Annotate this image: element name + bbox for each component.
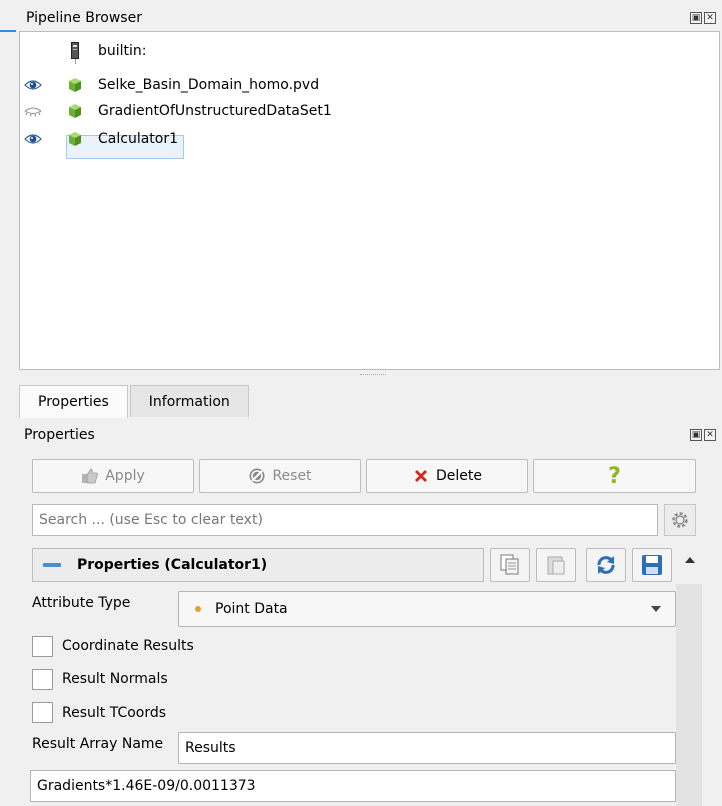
coordinate-results-label: Coordinate Results [62, 638, 194, 654]
result-normals-checkbox[interactable] [32, 669, 53, 690]
pipeline-item-selke-basin[interactable]: Selke_Basin_Domain_homo.pvd [20, 72, 719, 98]
undock-icon[interactable]: ▣ [690, 12, 702, 24]
coordinate-results-checkbox[interactable] [32, 636, 53, 657]
delete-button[interactable]: Delete [366, 459, 528, 493]
apply-button[interactable]: Apply [32, 459, 194, 493]
help-button[interactable]: ? [533, 459, 696, 493]
scrollbar-track[interactable] [676, 584, 702, 806]
pipeline-browser-title: Pipeline Browser [26, 10, 142, 26]
cube-icon [69, 78, 81, 92]
pipeline-item-builtin[interactable]: builtin: [20, 38, 719, 64]
gear-icon [672, 512, 688, 528]
save-defaults-button[interactable] [632, 548, 672, 582]
section-title: Properties (Calculator1) [77, 557, 268, 573]
attribute-type-label: Attribute Type [32, 595, 131, 611]
help-icon: ? [608, 463, 621, 489]
expression-input[interactable] [30, 770, 676, 802]
reset-icon [248, 467, 266, 485]
attribute-type-select[interactable]: Point Data [178, 591, 676, 627]
result-array-name-label: Result Array Name [32, 736, 164, 752]
properties-titlebar: Properties ▣ ✕ [22, 423, 720, 447]
delete-label: Delete [436, 468, 482, 484]
close-icon[interactable]: ✕ [704, 429, 716, 441]
cube-icon [69, 132, 81, 146]
advanced-settings-button[interactable] [664, 504, 696, 536]
search-input[interactable] [32, 504, 658, 536]
paste-parameters-button[interactable] [536, 548, 576, 582]
eye-visible-icon[interactable] [24, 78, 42, 92]
pipeline-item-label: Calculator1 [98, 131, 179, 147]
properties-section-header[interactable]: Properties (Calculator1) [32, 548, 484, 582]
eye-visible-icon[interactable] [24, 132, 42, 146]
panel-tabs: Properties Information [19, 385, 251, 418]
save-icon [642, 555, 662, 575]
cube-icon [69, 104, 81, 118]
pipeline-item-label: builtin: [98, 43, 147, 59]
apply-label: Apply [105, 468, 145, 484]
result-tcoords-label: Result TCoords [62, 705, 167, 721]
attribute-type-value: Point Data [215, 601, 288, 617]
left-accent-line [0, 30, 16, 32]
properties-title: Properties [24, 427, 95, 443]
delete-x-icon [412, 467, 430, 485]
point-data-icon [195, 606, 201, 612]
pipeline-item-label: GradientOfUnstructuredDataSet1 [98, 103, 332, 119]
apply-icon [81, 467, 99, 485]
pipeline-tree[interactable]: builtin: Selke_Basin_Domain_homo.pvd Gra… [19, 31, 720, 370]
server-icon [71, 42, 79, 59]
copy-parameters-button[interactable] [490, 548, 530, 582]
close-icon[interactable]: ✕ [704, 12, 716, 24]
pipeline-browser-titlebar: Pipeline Browser ▣ ✕ [22, 6, 720, 30]
eye-hidden-icon[interactable] [24, 104, 42, 118]
undock-icon[interactable]: ▣ [690, 429, 702, 441]
pipeline-item-gradient[interactable]: GradientOfUnstructuredDataSet1 [20, 98, 719, 124]
chevron-down-icon [651, 606, 661, 612]
reload-button[interactable] [586, 548, 626, 582]
result-tcoords-checkbox[interactable] [32, 702, 53, 723]
result-array-name-input[interactable] [178, 732, 676, 764]
paste-icon [547, 556, 565, 575]
refresh-icon [597, 556, 615, 574]
tab-properties[interactable]: Properties [19, 385, 128, 418]
reset-label: Reset [272, 468, 312, 484]
pipeline-item-calculator1[interactable]: Calculator1 [20, 126, 719, 152]
pipeline-item-label: Selke_Basin_Domain_homo.pvd [98, 77, 320, 93]
result-normals-label: Result Normals [62, 671, 168, 687]
scroll-up-arrow[interactable] [680, 552, 700, 568]
reset-button[interactable]: Reset [199, 459, 361, 493]
tab-information[interactable]: Information [129, 385, 249, 417]
collapse-icon[interactable] [43, 563, 61, 567]
splitter-handle[interactable] [360, 374, 386, 376]
copy-icon [500, 554, 519, 575]
